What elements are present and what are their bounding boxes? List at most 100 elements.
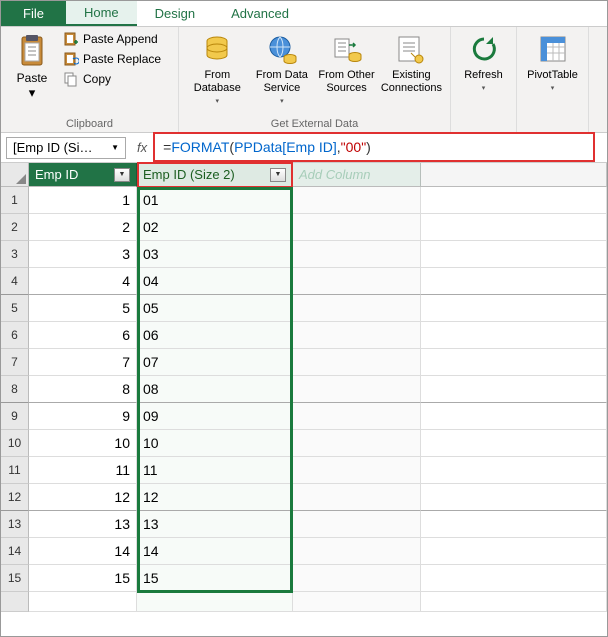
cell-emp-id-size2[interactable]: 03 <box>137 241 293 268</box>
cell-emp-id[interactable]: 5 <box>29 295 137 322</box>
cell-emp-id[interactable]: 12 <box>29 484 137 511</box>
row-header[interactable]: 6 <box>1 322 29 349</box>
cell-add-column[interactable] <box>293 403 421 430</box>
data-grid: Emp ID ▼ Emp ID (Size 2) ▼ Add Column 11… <box>1 163 607 612</box>
globe-icon <box>266 33 298 65</box>
row-header[interactable]: 13 <box>1 511 29 538</box>
cell-emp-id[interactable]: 8 <box>29 376 137 403</box>
existing-connections-button[interactable]: Existing Connections <box>379 31 444 97</box>
from-other-sources-button[interactable]: From Other Sources <box>314 31 379 97</box>
group-label-clipboard: Clipboard <box>7 116 172 130</box>
row-header[interactable] <box>1 592 29 612</box>
row-header[interactable]: 8 <box>1 376 29 403</box>
cell-emp-id[interactable]: 9 <box>29 403 137 430</box>
chevron-down-icon: ▾ <box>551 84 555 92</box>
cell-add-column[interactable] <box>293 349 421 376</box>
cell-add-column[interactable] <box>293 295 421 322</box>
filter-dropdown-icon[interactable]: ▼ <box>270 168 286 182</box>
cell-add-column[interactable] <box>293 268 421 295</box>
pivottable-button[interactable]: PivotTable ▾ <box>523 31 582 94</box>
cell-emp-id-size2[interactable]: 10 <box>137 430 293 457</box>
cell-emp-id-size2[interactable]: 07 <box>137 349 293 376</box>
row-header[interactable]: 9 <box>1 403 29 430</box>
refresh-button[interactable]: Refresh ▾ <box>457 31 510 94</box>
cell-emp-id-size2[interactable]: 09 <box>137 403 293 430</box>
cell-blank <box>421 565 607 592</box>
cell-add-column[interactable] <box>293 538 421 565</box>
column-header-emp-id-size2[interactable]: Emp ID (Size 2) ▼ <box>137 163 293 187</box>
from-database-button[interactable]: From Database ▾ <box>185 31 250 107</box>
paste-append-button[interactable]: Paste Append <box>63 31 161 47</box>
tab-home[interactable]: Home <box>66 1 137 26</box>
column-header-emp-id[interactable]: Emp ID ▼ <box>29 163 137 187</box>
cell-blank <box>421 538 607 565</box>
row-header[interactable]: 15 <box>1 565 29 592</box>
paste-button[interactable]: Paste ▾ <box>7 31 57 101</box>
row-header[interactable]: 14 <box>1 538 29 565</box>
cell-emp-id-size2[interactable]: 15 <box>137 565 293 592</box>
cell-add-column[interactable] <box>293 565 421 592</box>
name-box[interactable]: [Emp ID (Si… ▼ <box>6 137 126 159</box>
cell-emp-id-size2[interactable]: 13 <box>137 511 293 538</box>
fx-icon[interactable]: fx <box>137 140 147 155</box>
cell-add-column[interactable] <box>293 430 421 457</box>
cell-blank <box>421 322 607 349</box>
row-header[interactable]: 2 <box>1 214 29 241</box>
cell-emp-id-size2[interactable]: 06 <box>137 322 293 349</box>
select-all-corner[interactable] <box>1 163 29 187</box>
cell-emp-id[interactable]: 3 <box>29 241 137 268</box>
cell-emp-id[interactable]: 7 <box>29 349 137 376</box>
row-header[interactable]: 10 <box>1 430 29 457</box>
tab-design[interactable]: Design <box>137 1 213 26</box>
cell-add-column[interactable] <box>293 214 421 241</box>
cell-emp-id-size2[interactable]: 05 <box>137 295 293 322</box>
cell-emp-id[interactable]: 6 <box>29 322 137 349</box>
cell-add-column[interactable] <box>293 322 421 349</box>
cell-emp-id[interactable]: 15 <box>29 565 137 592</box>
tab-file[interactable]: File <box>1 1 66 26</box>
cell-blank <box>421 484 607 511</box>
cell-add-column[interactable] <box>293 187 421 214</box>
tab-advanced[interactable]: Advanced <box>213 1 307 26</box>
row-header[interactable]: 4 <box>1 268 29 295</box>
cell-add-column[interactable] <box>293 484 421 511</box>
connections-icon <box>395 33 427 65</box>
cell-emp-id-size2[interactable]: 04 <box>137 268 293 295</box>
cell-add-column[interactable] <box>293 241 421 268</box>
cell-blank <box>421 457 607 484</box>
from-data-service-button[interactable]: From Data Service ▾ <box>250 31 315 107</box>
cell-add-column[interactable] <box>293 511 421 538</box>
cell-emp-id[interactable]: 4 <box>29 268 137 295</box>
cell-emp-id[interactable]: 11 <box>29 457 137 484</box>
copy-button[interactable]: Copy <box>63 71 161 87</box>
cell-emp-id[interactable]: 13 <box>29 511 137 538</box>
row-header[interactable]: 3 <box>1 241 29 268</box>
cell-emp-id-size2[interactable]: 11 <box>137 457 293 484</box>
row-header[interactable]: 12 <box>1 484 29 511</box>
row-header[interactable]: 1 <box>1 187 29 214</box>
cell-emp-id[interactable]: 14 <box>29 538 137 565</box>
cell-emp-id-size2[interactable]: 12 <box>137 484 293 511</box>
cell-emp-id[interactable]: 10 <box>29 430 137 457</box>
cell-blank <box>293 592 421 612</box>
cell-emp-id-size2[interactable]: 14 <box>137 538 293 565</box>
cell-emp-id[interactable]: 2 <box>29 214 137 241</box>
blank-header <box>421 163 607 187</box>
cell-emp-id-size2[interactable]: 08 <box>137 376 293 403</box>
cell-emp-id[interactable]: 1 <box>29 187 137 214</box>
cell-emp-id-size2[interactable]: 01 <box>137 187 293 214</box>
paste-replace-icon <box>63 51 79 67</box>
row-header[interactable]: 11 <box>1 457 29 484</box>
cell-emp-id-size2[interactable]: 02 <box>137 214 293 241</box>
add-column-header[interactable]: Add Column <box>293 163 421 187</box>
formula-bar[interactable]: =FORMAT(PPData[Emp ID],"00") <box>153 132 595 162</box>
chevron-down-icon: ▾ <box>29 85 36 101</box>
cell-blank <box>421 268 607 295</box>
row-header[interactable]: 7 <box>1 349 29 376</box>
cell-blank <box>29 592 137 612</box>
cell-add-column[interactable] <box>293 457 421 484</box>
paste-replace-button[interactable]: Paste Replace <box>63 51 161 67</box>
row-header[interactable]: 5 <box>1 295 29 322</box>
cell-add-column[interactable] <box>293 376 421 403</box>
filter-dropdown-icon[interactable]: ▼ <box>114 168 130 182</box>
